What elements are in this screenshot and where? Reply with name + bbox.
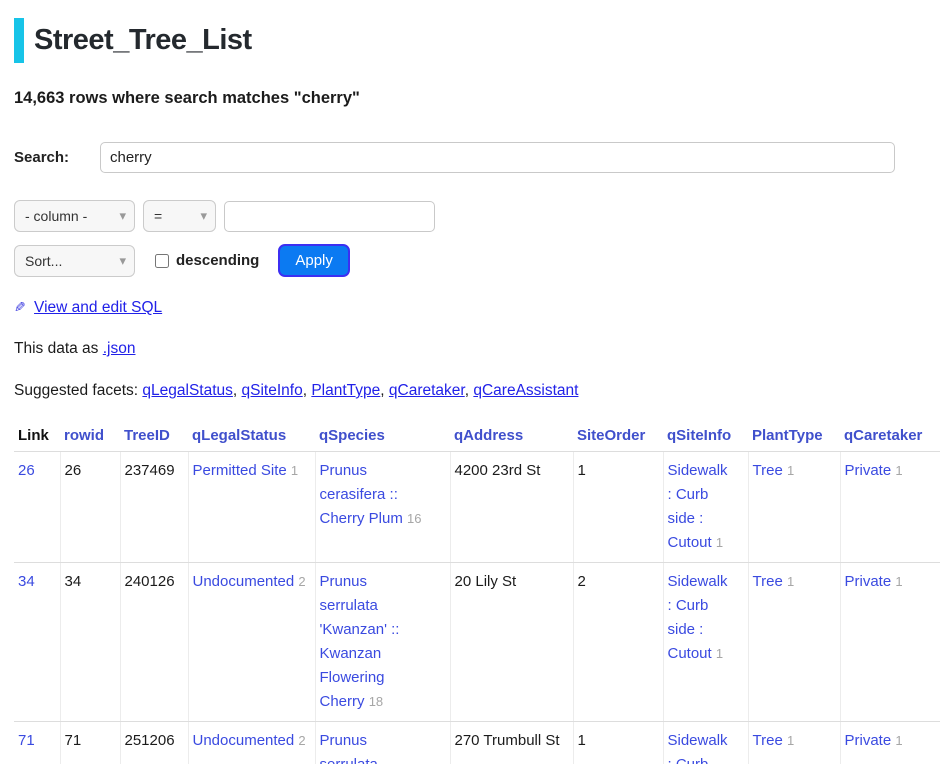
rowid-cell: 26	[60, 452, 120, 563]
pencil-icon: ✎	[14, 299, 26, 316]
facet-separator: ,	[380, 382, 384, 399]
qaddress-cell: 4200 23rd St	[450, 452, 573, 563]
facets-label: Suggested facets:	[14, 382, 138, 399]
page: Street_Tree_List 14,663 rows where searc…	[0, 0, 940, 764]
facet-link-qcaretaker[interactable]: qCaretaker	[389, 382, 465, 399]
accent-bar	[14, 18, 24, 63]
qaddress-cell: 270 Trumbull St	[450, 722, 573, 764]
facet-separator: ,	[465, 382, 469, 399]
descending-label: descending	[176, 252, 259, 269]
table-row: 34 34 240126 Undocumented 2 Prunus serru…	[14, 563, 940, 722]
search-label: Search:	[14, 149, 100, 166]
facet-count: 18	[369, 694, 383, 709]
facet-count: 1	[716, 646, 723, 661]
header-treeid-link[interactable]: TreeID	[124, 427, 170, 444]
data-export-line: This data as .json	[14, 340, 940, 358]
sort-select[interactable]: Sort...	[14, 245, 135, 277]
sort-form: Sort... ▾ descending Apply	[14, 244, 940, 277]
siteorder-cell: 1	[573, 722, 663, 764]
filter-form: - column - ▾ = ▾	[14, 200, 940, 232]
data-as-label: This data as	[14, 340, 98, 357]
facet-count: 1	[787, 463, 794, 478]
treeid-cell: 237469	[120, 452, 188, 563]
facet-count: 16	[407, 511, 421, 526]
header-qspecies-link[interactable]: qSpecies	[319, 427, 385, 444]
suggested-facets-line: Suggested facets: qLegalStatus, qSiteInf…	[14, 382, 940, 400]
facet-link-qsiteinfo[interactable]: qSiteInfo	[242, 382, 303, 399]
siteorder-cell: 2	[573, 563, 663, 722]
facet-count: 1	[787, 574, 794, 589]
planttype-value-link[interactable]: Tree	[753, 462, 783, 479]
results-table: Link rowid TreeID qLegalStatus qSpecies …	[14, 423, 940, 764]
facet-count: 1	[895, 463, 902, 478]
filter-operator-select[interactable]: =	[143, 200, 216, 232]
treeid-cell: 251206	[120, 722, 188, 764]
search-input[interactable]	[100, 142, 895, 173]
planttype-value-link[interactable]: Tree	[753, 732, 783, 749]
qsiteinfo-value-link[interactable]: Sidewalk: Curb side : Cutout	[668, 732, 728, 764]
header-planttype-link[interactable]: PlantType	[752, 427, 823, 444]
facet-count: 1	[291, 463, 298, 478]
qcaretaker-value-link[interactable]: Private	[845, 462, 892, 479]
row-link[interactable]: 34	[18, 573, 35, 590]
json-export-link[interactable]: .json	[103, 340, 136, 357]
siteorder-cell: 1	[573, 452, 663, 563]
qspecies-value-link[interactable]: Prunus cerasifera :: Cherry Plum	[320, 462, 403, 527]
facet-count: 1	[895, 733, 902, 748]
facet-count: 1	[895, 574, 902, 589]
facet-link-planttype[interactable]: PlantType	[311, 382, 380, 399]
header-link: Link	[14, 423, 60, 452]
header-rowid-link[interactable]: rowid	[64, 427, 104, 444]
planttype-value-link[interactable]: Tree	[753, 573, 783, 590]
treeid-cell: 240126	[120, 563, 188, 722]
qlegalstatus-value-link[interactable]: Undocumented	[193, 573, 295, 590]
header-qsiteinfo-link[interactable]: qSiteInfo	[667, 427, 731, 444]
facet-separator: ,	[233, 382, 237, 399]
qcaretaker-value-link[interactable]: Private	[845, 732, 892, 749]
table-row: 26 26 237469 Permitted Site 1 Prunus cer…	[14, 452, 940, 563]
view-edit-sql-link[interactable]: View and edit SQL	[34, 299, 162, 316]
rowid-cell: 34	[60, 563, 120, 722]
descending-checkbox[interactable]	[155, 254, 169, 268]
search-form: Search:	[14, 142, 940, 173]
header-qcaretaker-link[interactable]: qCaretaker	[844, 427, 922, 444]
facet-link-qcareassistant[interactable]: qCareAssistant	[473, 382, 578, 399]
qspecies-value-link[interactable]: Prunus serrulata 'Kwanzan' :: Kwanzan Fl…	[320, 573, 400, 710]
filter-value-input[interactable]	[224, 201, 435, 232]
row-link[interactable]: 71	[18, 732, 35, 749]
facet-link-qlegalstatus[interactable]: qLegalStatus	[142, 382, 233, 399]
page-header: Street_Tree_List	[14, 18, 940, 63]
facet-count: 1	[787, 733, 794, 748]
row-count-summary: 14,663 rows where search matches "cherry…	[14, 89, 940, 108]
facet-count: 2	[298, 574, 305, 589]
rowid-cell: 71	[60, 722, 120, 764]
edit-sql-line: ✎ View and edit SQL	[14, 299, 940, 317]
header-qaddress-link[interactable]: qAddress	[454, 427, 523, 444]
qlegalstatus-value-link[interactable]: Undocumented	[193, 732, 295, 749]
facet-count: 2	[298, 733, 305, 748]
row-link[interactable]: 26	[18, 462, 35, 479]
qaddress-cell: 20 Lily St	[450, 563, 573, 722]
header-qlegalstatus-link[interactable]: qLegalStatus	[192, 427, 286, 444]
table-header-row: Link rowid TreeID qLegalStatus qSpecies …	[14, 423, 940, 452]
qspecies-value-link[interactable]: Prunus serrulata 'Kwanzan' :: Kwanzan Fl…	[320, 732, 400, 764]
page-title: Street_Tree_List	[34, 24, 252, 57]
qcaretaker-value-link[interactable]: Private	[845, 573, 892, 590]
table-row: 71 71 251206 Undocumented 2 Prunus serru…	[14, 722, 940, 764]
apply-button[interactable]: Apply	[278, 244, 350, 277]
facet-count: 1	[716, 535, 723, 550]
header-siteorder-link[interactable]: SiteOrder	[577, 427, 645, 444]
facet-separator: ,	[303, 382, 307, 399]
qlegalstatus-value-link[interactable]: Permitted Site	[193, 462, 287, 479]
filter-column-select[interactable]: - column -	[14, 200, 135, 232]
